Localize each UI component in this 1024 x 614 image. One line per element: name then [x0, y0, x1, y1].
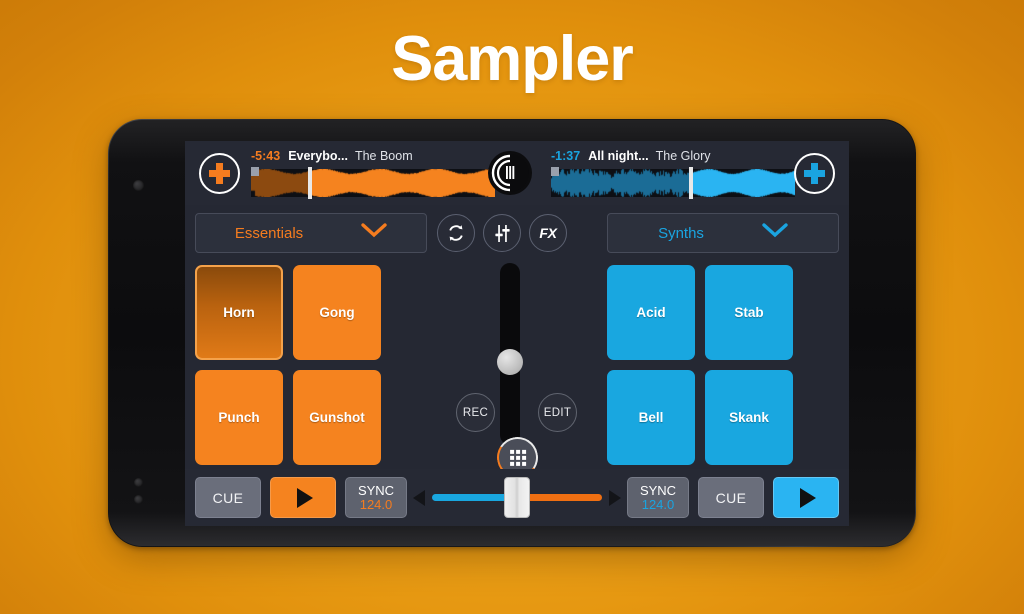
track-artist-left: The Boom	[354, 149, 413, 163]
rec-label: REC	[462, 406, 489, 419]
add-track-right-button[interactable]	[794, 153, 835, 194]
phone-device-frame: -5:43 Everybo... The Boom -1:37 All nigh…	[108, 119, 916, 547]
pad-punch[interactable]: Punch	[195, 370, 283, 465]
add-track-left-button[interactable]	[199, 153, 240, 194]
rec-button[interactable]: REC	[456, 393, 495, 432]
sync-left-button[interactable]: SYNC 124.0	[345, 477, 407, 518]
pad-stab[interactable]: Stab	[705, 265, 793, 360]
playhead-right[interactable]	[689, 167, 693, 199]
arrow-right-icon	[609, 490, 621, 506]
track-title-right: All night...	[588, 149, 649, 163]
play-left-button[interactable]	[270, 477, 336, 518]
waveform-left-canvas	[251, 169, 495, 197]
transport-bar: CUE SYNC 124.0 SYNC 124.0 CUE	[185, 469, 849, 526]
play-icon	[800, 487, 816, 508]
track-title-left: Everybo...	[288, 149, 348, 163]
sample-bank-left-label: Essentials	[234, 224, 304, 242]
chevron-down-icon	[762, 223, 788, 243]
sync-left-bpm: 124.0	[359, 496, 393, 512]
waveform-right[interactable]	[551, 167, 795, 199]
crossfader[interactable]	[413, 477, 621, 518]
plus-icon	[209, 163, 230, 184]
pad-skank[interactable]: Skank	[705, 370, 793, 465]
edit-button[interactable]: EDIT	[538, 393, 577, 432]
sample-bank-right-label: Synths	[658, 224, 704, 242]
edit-label: EDIT	[543, 406, 572, 419]
speaker-dot-icon	[134, 478, 143, 487]
pad-gong[interactable]: Gong	[293, 265, 381, 360]
pad-grid-left: Horn Gong Punch Gunshot	[195, 265, 381, 465]
pad-horn[interactable]: Horn	[195, 265, 283, 360]
sync-left-label: SYNC	[357, 482, 395, 498]
play-icon	[297, 487, 313, 508]
speaker-dot-icon	[134, 495, 143, 504]
pad-bell[interactable]: Bell	[607, 370, 695, 465]
pad-gunshot[interactable]: Gunshot	[293, 370, 381, 465]
waveform-left[interactable]	[251, 167, 495, 199]
cue-right-button[interactable]: CUE	[698, 477, 764, 518]
grid-pads-icon	[509, 449, 526, 466]
track-info-left: -5:43 Everybo... The Boom	[251, 149, 413, 163]
sync-right-label: SYNC	[639, 482, 677, 498]
cue-left-button[interactable]: CUE	[195, 477, 261, 518]
playhead-left[interactable]	[308, 167, 312, 199]
pad-acid[interactable]: Acid	[607, 265, 695, 360]
loop-sync-button[interactable]	[437, 214, 475, 252]
sampler-toolbar: Essentials FX Synths	[185, 205, 849, 259]
crossfader-knob[interactable]	[504, 477, 530, 518]
track-info-right: -1:37 All night... The Glory	[551, 149, 711, 163]
mixer-sliders-icon	[494, 224, 510, 242]
sync-right-bpm: 124.0	[641, 496, 675, 512]
waveform-right-canvas	[551, 169, 795, 197]
page-title: Sampler	[391, 24, 634, 94]
fx-label: FX	[539, 225, 557, 241]
waveform-right-start-marker	[551, 167, 559, 176]
sample-bank-left-dropdown[interactable]: Essentials	[195, 213, 427, 253]
play-right-button[interactable]	[773, 477, 839, 518]
track-time-left: -5:43	[251, 149, 281, 163]
sample-bank-right-dropdown[interactable]: Synths	[607, 213, 839, 253]
vinyl-record-glyph	[491, 154, 529, 192]
phone-bezel: -5:43 Everybo... The Boom -1:37 All nigh…	[109, 120, 915, 546]
fx-button[interactable]: FX	[529, 214, 567, 252]
camera-dot-icon	[133, 180, 144, 191]
deck-header: -5:43 Everybo... The Boom -1:37 All nigh…	[185, 141, 849, 205]
mixer-button[interactable]	[483, 214, 521, 252]
arrow-left-icon	[413, 490, 425, 506]
vinyl-record-icon[interactable]	[488, 151, 532, 195]
waveform-left-start-marker	[251, 167, 259, 176]
track-artist-right: The Glory	[655, 149, 711, 163]
loop-sync-icon	[449, 225, 463, 241]
volume-slider-knob[interactable]	[497, 349, 523, 375]
track-time-right: -1:37	[551, 149, 581, 163]
pad-grid-right: Acid Stab Bell Skank	[607, 265, 793, 465]
chevron-down-icon	[361, 223, 387, 243]
edit-button-face: EDIT	[538, 393, 577, 432]
rec-button-face: REC	[456, 393, 495, 432]
sync-right-button[interactable]: SYNC 124.0	[627, 477, 689, 518]
plus-icon	[804, 163, 825, 184]
app-screen: -5:43 Everybo... The Boom -1:37 All nigh…	[185, 141, 849, 526]
